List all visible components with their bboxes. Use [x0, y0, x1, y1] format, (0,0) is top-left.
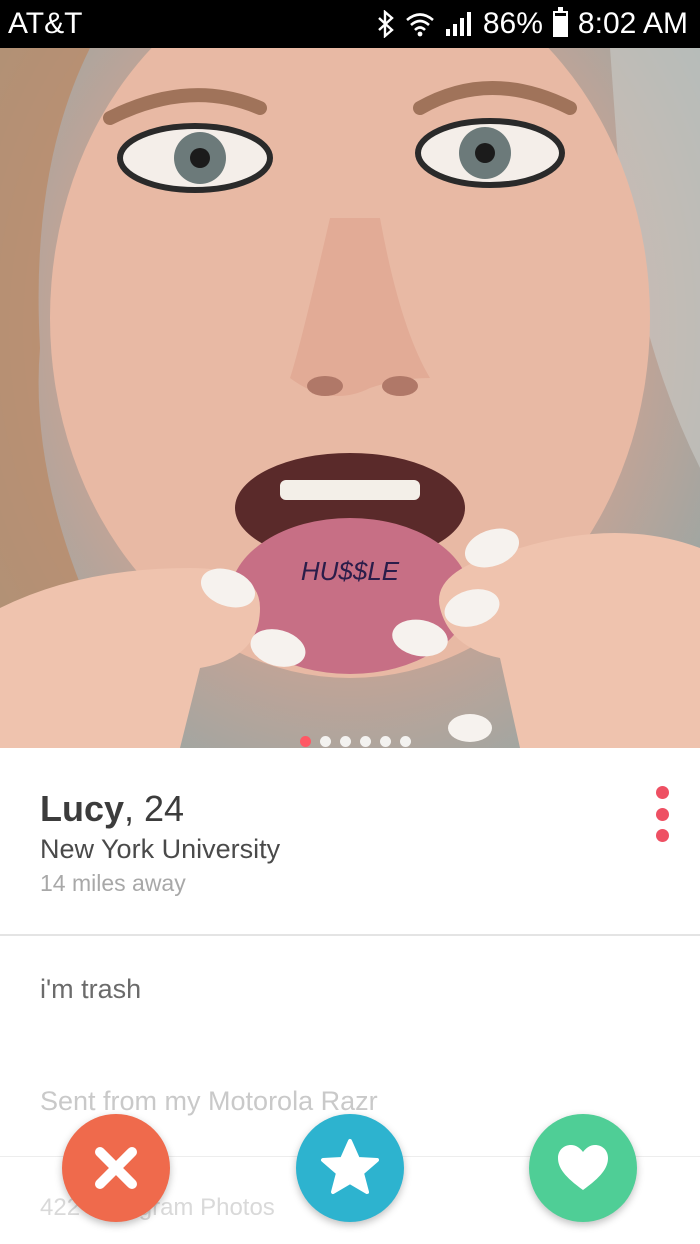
status-icons: 86% 8:02 AM [377, 7, 688, 40]
section-divider [0, 934, 700, 936]
photo-pager-dot[interactable] [360, 736, 371, 747]
profile-distance: 14 miles away [40, 870, 186, 896]
battery-fill [554, 16, 566, 35]
nope-button[interactable] [62, 1114, 170, 1222]
super-like-button[interactable] [296, 1114, 404, 1222]
like-button[interactable] [529, 1114, 637, 1222]
photo-pager-dot[interactable] [320, 736, 331, 747]
bio-line-2: Sent from my Motorola Razr [40, 1086, 378, 1116]
profile-name: Lucy [40, 788, 125, 829]
menu-dot [655, 807, 669, 821]
photo-pager-dot[interactable] [380, 736, 391, 747]
bluetooth-icon [378, 10, 394, 38]
photo-pager-dot[interactable] [400, 736, 411, 747]
close-icon [95, 1147, 137, 1189]
clock: 8:02 AM [577, 7, 688, 40]
photo-pager-dot[interactable] [300, 736, 311, 747]
heart-icon [558, 1145, 608, 1190]
status-bar: AT&T 86% 8:02 AM [0, 0, 700, 48]
bio-line-1: i'm trash [40, 974, 142, 1004]
profile-photo[interactable]: HU$$LE [0, 48, 700, 748]
lip-tattoo-text: HU$$LE [301, 556, 400, 586]
photo-pager[interactable] [300, 736, 411, 747]
wifi-icon [406, 13, 434, 37]
name-age: Lucy, 24 [40, 788, 184, 830]
photo-pager-dot[interactable] [340, 736, 351, 747]
carrier-label: AT&T [8, 7, 83, 40]
battery-icon [552, 7, 568, 37]
star-icon [321, 1139, 379, 1198]
battery-percent: 86% [482, 7, 543, 40]
menu-dot [655, 829, 669, 842]
profile-info[interactable]: Lucy, 24 New York University 14 miles aw… [0, 748, 700, 936]
profile-school: New York University [40, 834, 281, 864]
profile-age: , 24 [124, 788, 185, 829]
more-options-icon[interactable] [654, 786, 670, 842]
menu-dot [655, 786, 669, 799]
signal-icon [445, 12, 471, 36]
photo-illustration: HU$$LE [0, 48, 700, 748]
